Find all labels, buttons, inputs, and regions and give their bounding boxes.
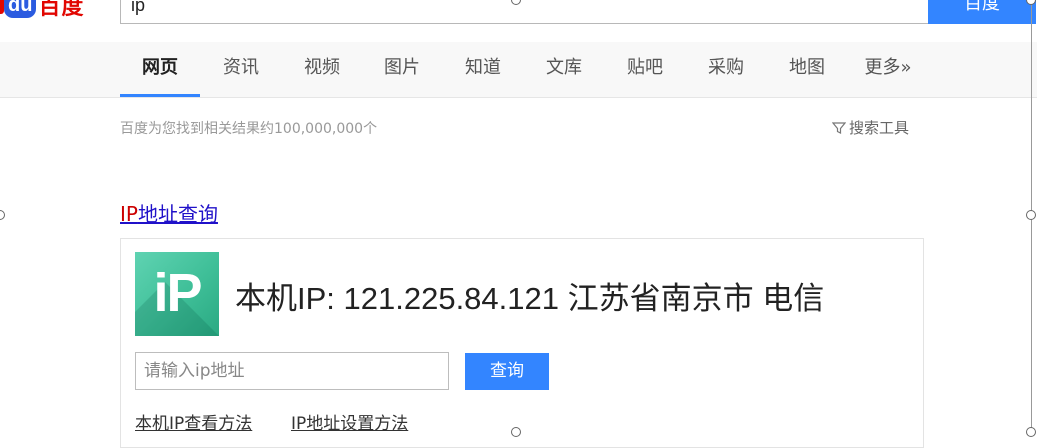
ip-logo-text: iP <box>153 263 202 323</box>
search-tools-label: 搜索工具 <box>849 119 910 137</box>
ip-query-input[interactable]: 请输入ip地址 <box>135 352 449 390</box>
local-ip-info: 本机IP: 121.225.84.121 江苏省南京市 电信 <box>235 281 825 316</box>
tab-wenku[interactable]: 文库 <box>533 42 595 97</box>
tab-more[interactable]: 更多» <box>856 42 920 97</box>
ip-settings-help-link[interactable]: IP地址设置方法 <box>291 409 408 434</box>
result-title-link[interactable]: IP地址查询 <box>120 198 218 227</box>
resize-handle-bottom-right[interactable] <box>1026 427 1036 437</box>
top-search-bar: du 百度 ip 百度 <box>0 0 1037 42</box>
tab-images[interactable]: 图片 <box>371 42 433 97</box>
paw-icon <box>0 0 4 14</box>
title-highlight: IP <box>120 202 138 226</box>
local-ip-help-link[interactable]: 本机IP查看方法 <box>135 409 252 434</box>
tab-zhidao[interactable]: 知道 <box>452 42 514 97</box>
tab-tieba[interactable]: 贴吧 <box>614 42 676 97</box>
tab-news[interactable]: 资讯 <box>210 42 272 97</box>
tab-video[interactable]: 视频 <box>291 42 353 97</box>
search-input[interactable]: ip <box>120 0 928 24</box>
result-count: 百度为您找到相关结果约100,000,000个 <box>120 121 378 137</box>
logo-text: 百度 <box>38 0 85 20</box>
ip-logo-icon: iP <box>135 252 219 336</box>
tab-map[interactable]: 地图 <box>776 42 838 97</box>
search-button[interactable]: 百度 <box>928 0 1036 24</box>
tab-bar: 网页 资讯 视频 图片 知道 文库 贴吧 采购 地图 更多» <box>0 42 1037 98</box>
title-rest: 地址查询 <box>137 202 218 226</box>
resize-handle-left[interactable] <box>0 210 5 220</box>
resize-handle-right[interactable] <box>1026 210 1036 220</box>
logo-du: du <box>4 0 37 18</box>
search-tools-button[interactable]: 搜索工具 <box>832 117 909 138</box>
resize-handle-bottom[interactable] <box>511 427 521 437</box>
ip-lookup-card: iP 本机IP: 121.225.84.121 江苏省南京市 电信 请输入ip地… <box>120 238 924 448</box>
filter-icon <box>832 121 846 134</box>
tab-purchase[interactable]: 采购 <box>695 42 757 97</box>
tab-web[interactable]: 网页 <box>120 42 200 97</box>
baidu-logo[interactable]: du 百度 <box>0 0 84 22</box>
ip-query-button[interactable]: 查询 <box>465 353 549 390</box>
